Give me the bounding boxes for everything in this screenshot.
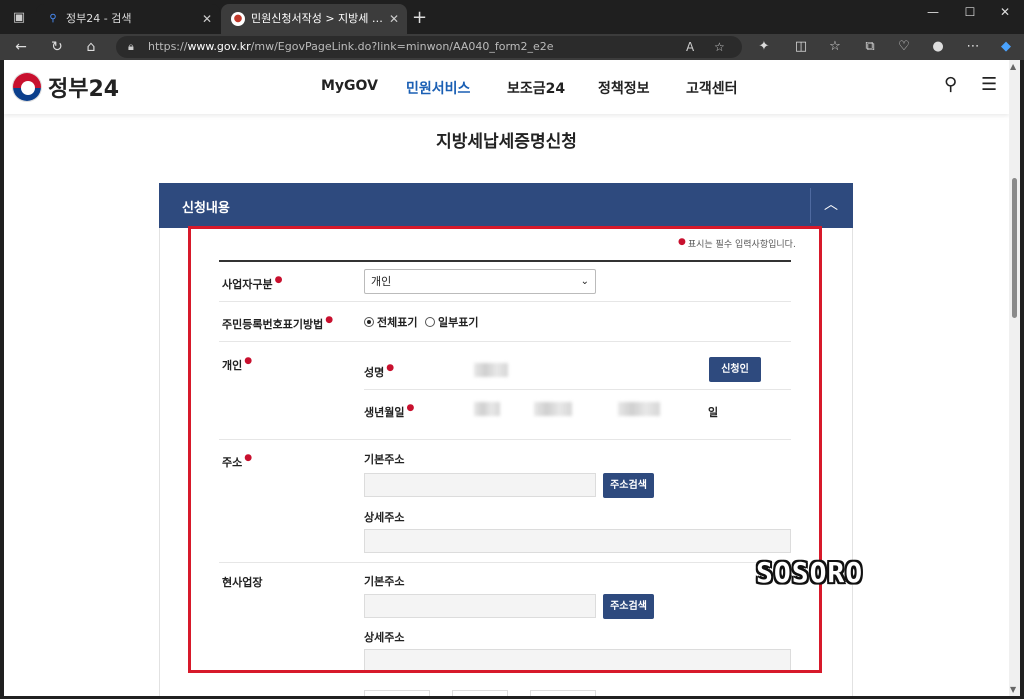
back-icon[interactable]: ← [10, 37, 32, 57]
tab-close-icon[interactable]: ✕ [202, 4, 212, 34]
browser-toolbar: ← ↻ ⌂ 🔒︎ https://www.gov.kr/mw/EgovPageL… [0, 34, 1024, 60]
scrollbar-thumb[interactable] [1012, 178, 1017, 318]
address-label: 주소 ● [222, 453, 253, 469]
applicant-button[interactable]: 신청인 [709, 357, 761, 382]
workplace-address-search-button[interactable]: 주소검색 [603, 594, 654, 619]
nav-policy-info[interactable]: 정책정보 [598, 78, 650, 98]
row-divider [219, 341, 791, 342]
tab-title: 민원신청서작성 > 지방세 납세증 [251, 12, 383, 25]
workplace-basic-address-label: 기본주소 [364, 575, 405, 588]
favorite-star-icon[interactable]: ☆ [714, 36, 725, 58]
home-icon[interactable]: ⌂ [80, 37, 102, 57]
site-logo[interactable]: 정부24 [12, 72, 119, 102]
nav-customer-center[interactable]: 고객센터 [686, 78, 738, 98]
new-tab-icon[interactable]: + [412, 6, 427, 30]
page-viewport: 정부24 MyGOV 민원서비스 보조금24 정책정보 고객센터 ⚲ ☰ 지방세… [4, 60, 1009, 696]
browser-tab-bar: ▣ ⚲ 정부24 - 검색 ✕ ● 민원신청서작성 > 지방세 납세증 ✕ + … [0, 0, 1024, 34]
row-divider [219, 439, 791, 440]
copilot-icon[interactable]: ◆ [995, 37, 1017, 57]
close-window-icon[interactable]: ✕ [982, 0, 1024, 24]
lock-icon: 🔒︎ [128, 40, 134, 53]
page-scrollbar[interactable]: ▲ ▼ [1009, 60, 1020, 696]
required-marker: ● [678, 237, 686, 247]
tab-close-icon[interactable]: ✕ [389, 4, 399, 34]
birthdate-label: 생년월일 ● [364, 403, 415, 419]
url-path: /mw/EgovPageLink.do?link=minwon/AA040_fo… [250, 40, 554, 53]
scroll-up-icon[interactable]: ▲ [1010, 62, 1016, 71]
birth-month-blurred [534, 402, 572, 416]
workplace-detail-address-input[interactable] [364, 649, 791, 673]
name-label: 성명 ● [364, 363, 395, 379]
detail-address-input[interactable] [364, 529, 791, 553]
radio-full-display[interactable]: 전체표기 [364, 314, 417, 330]
workplace-basic-address-input[interactable] [364, 594, 596, 618]
day-suffix: 일 [708, 406, 719, 419]
personal-label: 개인 ● [222, 356, 253, 372]
address-search-button[interactable]: 주소검색 [603, 473, 654, 498]
row-divider [219, 301, 791, 302]
row-divider [364, 389, 791, 390]
favorites-icon[interactable]: ☆ [824, 37, 846, 57]
name-value-blurred [474, 363, 508, 377]
refresh-icon[interactable]: ↻ [46, 37, 68, 57]
chevron-down-icon: ⌄ [580, 276, 589, 287]
more-menu-icon[interactable]: ⋯ [962, 37, 984, 57]
extensions-icon[interactable]: ✦ [753, 37, 775, 57]
applicant-type-label: 사업자구분 ● [222, 275, 283, 291]
profile-avatar-icon[interactable]: ● [927, 37, 949, 57]
id-display-label: 주민등록번호표기방법 ● [222, 315, 334, 331]
radio-checked-icon [364, 317, 374, 327]
applicant-type-select[interactable]: 개인 ⌄ [364, 269, 596, 294]
nav-subsidy24[interactable]: 보조금24 [507, 78, 565, 98]
birth-day-blurred [618, 402, 660, 416]
nav-minwon-service[interactable]: 민원서비스 [406, 78, 470, 98]
tab-actions-icon[interactable]: ▣ [8, 8, 30, 28]
radio-unchecked-icon [425, 317, 435, 327]
watermark: SOSORO [756, 556, 864, 589]
gov24-favicon-icon: ● [231, 12, 245, 26]
header-divider [810, 188, 811, 223]
browser-tab-search[interactable]: ⚲ 정부24 - 검색 ✕ [36, 4, 220, 34]
birth-year-blurred [474, 402, 500, 416]
row-divider [219, 562, 791, 563]
nav-mygov[interactable]: MyGOV [321, 78, 378, 94]
form-top-divider [219, 260, 791, 262]
required-note: ● 표시는 필수 입력사항입니다. [678, 237, 796, 250]
next-row-field [364, 690, 430, 696]
workplace-detail-address-label: 상세주소 [364, 631, 405, 644]
next-row-field [530, 690, 596, 696]
read-aloud-icon[interactable]: A [686, 36, 694, 58]
hamburger-menu-icon[interactable]: ☰ [981, 74, 997, 95]
section-body [159, 228, 853, 696]
collections-icon[interactable]: ⧉ [859, 37, 881, 57]
section-header: 신청내용 ︿ [159, 183, 853, 228]
split-screen-icon[interactable]: ◫ [790, 37, 812, 57]
url-prefix: https:// [148, 40, 188, 53]
basic-address-input[interactable] [364, 473, 596, 497]
browser-tab-active[interactable]: ● 민원신청서작성 > 지방세 납세증 ✕ [221, 4, 407, 34]
site-header: 정부24 MyGOV 민원서비스 보조금24 정책정보 고객센터 ⚲ ☰ [4, 60, 1009, 114]
url-host: www.gov.kr [187, 40, 251, 53]
search-icon[interactable]: ⚲ [944, 74, 957, 95]
chevron-up-icon[interactable]: ︿ [819, 193, 843, 217]
page-title: 지방세납세증명신청 [436, 132, 577, 152]
taegeuk-logo-icon [12, 72, 42, 102]
scroll-down-icon[interactable]: ▼ [1010, 685, 1016, 694]
radio-partial-display[interactable]: 일부표기 [425, 314, 478, 330]
address-bar[interactable]: 🔒︎ https://www.gov.kr/mw/EgovPageLink.do… [116, 36, 742, 58]
search-icon: ⚲ [49, 13, 57, 24]
logo-text: 정부24 [48, 77, 120, 102]
next-row-field [452, 690, 508, 696]
section-title: 신청내용 [182, 201, 230, 216]
detail-address-label: 상세주소 [364, 511, 405, 524]
basic-address-label: 기본주소 [364, 453, 405, 466]
browser-essentials-icon[interactable]: ♡ [893, 37, 915, 57]
workplace-label: 현사업장 [222, 576, 263, 589]
tab-title: 정부24 - 검색 [66, 12, 132, 25]
